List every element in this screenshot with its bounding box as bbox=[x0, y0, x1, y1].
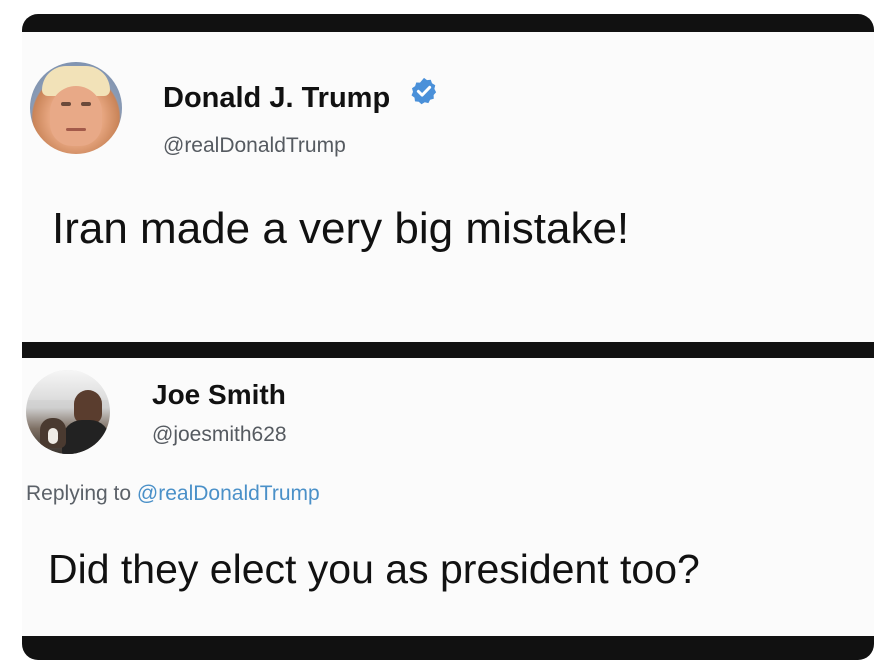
avatar-face bbox=[50, 86, 102, 146]
mention-link[interactable]: @realDonaldTrump bbox=[137, 482, 320, 505]
verified-badge-icon bbox=[411, 77, 437, 105]
tweet-card-original[interactable] bbox=[22, 32, 874, 342]
display-name[interactable]: Joe Smith bbox=[152, 379, 286, 411]
handle[interactable]: @realDonaldTrump bbox=[163, 134, 346, 158]
display-name[interactable]: Donald J. Trump bbox=[163, 82, 390, 115]
tweet-text: Did they elect you as president too? bbox=[48, 546, 700, 592]
replying-to-line: Replying to @realDonaldTrump bbox=[26, 482, 320, 506]
avatar[interactable] bbox=[26, 370, 110, 454]
tweet-text: Iran made a very big mistake! bbox=[52, 204, 630, 253]
replying-to-label: Replying to bbox=[26, 482, 132, 505]
avatar[interactable] bbox=[30, 62, 122, 154]
handle[interactable]: @joesmith628 bbox=[152, 423, 287, 447]
